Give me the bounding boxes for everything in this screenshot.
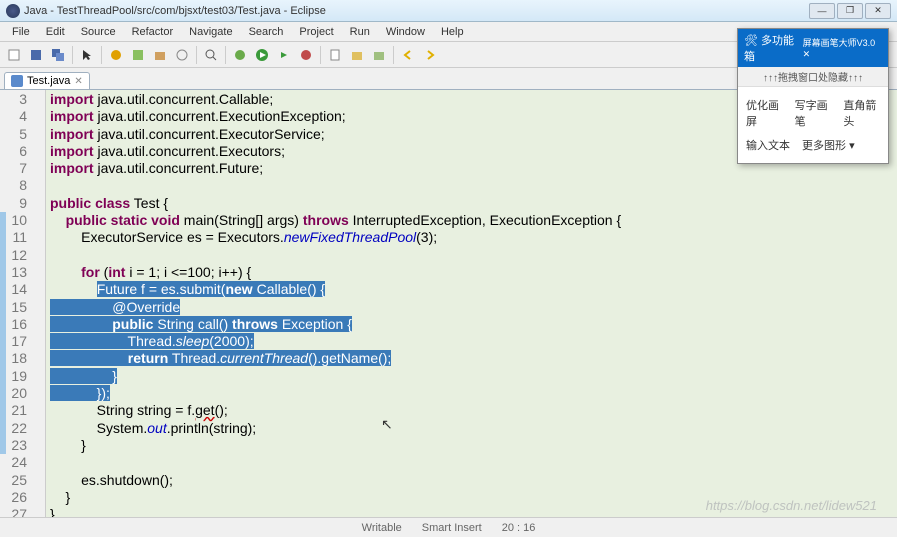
- menu-window[interactable]: Window: [378, 24, 433, 40]
- close-button[interactable]: ✕: [865, 3, 891, 19]
- line-number: 24: [0, 454, 27, 471]
- new-class-button[interactable]: [128, 45, 148, 65]
- code-line[interactable]: public static void main(String[] args) t…: [50, 212, 897, 229]
- window-controls: — ❐ ✕: [809, 3, 891, 19]
- run-last-button[interactable]: [274, 45, 294, 65]
- code-line[interactable]: ExecutorService es = Executors.newFixedT…: [50, 229, 897, 246]
- toolbar-sep: [320, 46, 321, 64]
- line-number: 3: [0, 91, 27, 108]
- code-line[interactable]: String string = f.get();: [50, 402, 897, 419]
- float-titlebar[interactable]: 🛠 多功能箱 屏幕画笔大师V3.0 ✕: [738, 29, 888, 67]
- debug-button[interactable]: [230, 45, 250, 65]
- cursor-button[interactable]: [77, 45, 97, 65]
- debug-skip-button[interactable]: [106, 45, 126, 65]
- toolbar-sep: [72, 46, 73, 64]
- minimize-button[interactable]: —: [809, 3, 835, 19]
- toolbar-sep: [101, 46, 102, 64]
- menu-navigate[interactable]: Navigate: [181, 24, 240, 40]
- menu-edit[interactable]: Edit: [38, 24, 73, 40]
- menu-search[interactable]: Search: [241, 24, 292, 40]
- code-line[interactable]: @Override: [50, 299, 897, 316]
- code-line[interactable]: es.shutdown();: [50, 472, 897, 489]
- line-number: 6: [0, 143, 27, 160]
- line-number: 8: [0, 177, 27, 194]
- float-item-optimize[interactable]: 优化画屏: [746, 97, 783, 129]
- new-src-button[interactable]: [369, 45, 389, 65]
- change-marker: [0, 212, 6, 454]
- code-line[interactable]: });: [50, 385, 897, 402]
- line-number: 5: [0, 126, 27, 143]
- toolbar-sep: [393, 46, 394, 64]
- status-pos: 20 : 16: [502, 522, 536, 534]
- menu-refactor[interactable]: Refactor: [124, 24, 182, 40]
- menu-help[interactable]: Help: [433, 24, 472, 40]
- float-body: 优化画屏 写字画笔 直角箭头 输入文本 更多图形 ▾: [738, 87, 888, 163]
- java-file-icon: [11, 75, 23, 87]
- tab-close-icon[interactable]: ✕: [74, 76, 82, 87]
- code-line[interactable]: }: [50, 437, 897, 454]
- float-item-pen[interactable]: 写字画笔: [795, 97, 832, 129]
- new-java-button[interactable]: [325, 45, 345, 65]
- code-line[interactable]: [50, 177, 897, 194]
- code-line[interactable]: public class Test {: [50, 195, 897, 212]
- menu-source[interactable]: Source: [73, 24, 124, 40]
- forward-button[interactable]: [420, 45, 440, 65]
- maximize-button[interactable]: ❐: [837, 3, 863, 19]
- new-button[interactable]: [4, 45, 24, 65]
- float-item-more[interactable]: 更多图形 ▾: [802, 137, 855, 153]
- code-line[interactable]: [50, 454, 897, 471]
- ext-tools-button[interactable]: [296, 45, 316, 65]
- float-close-icon[interactable]: ✕: [803, 49, 811, 59]
- gutter: 3456789101112131415161718192021222324252…: [0, 90, 46, 537]
- save-button[interactable]: [26, 45, 46, 65]
- open-type-button[interactable]: [172, 45, 192, 65]
- code-line[interactable]: public String call() throws Exception {: [50, 316, 897, 333]
- toolbar-sep: [196, 46, 197, 64]
- menu-project[interactable]: Project: [291, 24, 341, 40]
- float-app: 屏幕画笔大师V3.0: [803, 38, 876, 48]
- status-insert: Smart Insert: [422, 522, 482, 534]
- float-item-text[interactable]: 输入文本: [746, 137, 790, 153]
- toolbox-icon: 🛠: [744, 35, 758, 47]
- code-line[interactable]: return Thread.currentThread().getName();: [50, 350, 897, 367]
- line-number: 7: [0, 160, 27, 177]
- float-hint: ↑↑↑拖拽窗口处隐藏↑↑↑: [738, 67, 888, 87]
- new-folder-button[interactable]: [347, 45, 367, 65]
- titlebar: Java - TestThreadPool/src/com/bjsxt/test…: [0, 0, 897, 22]
- code-line[interactable]: for (int i = 1; i <=100; i++) {: [50, 264, 897, 281]
- menu-file[interactable]: File: [4, 24, 38, 40]
- toolbar-sep: [225, 46, 226, 64]
- new-package-button[interactable]: [150, 45, 170, 65]
- tab-label: Test.java: [27, 75, 70, 87]
- line-number: 4: [0, 108, 27, 125]
- search-button[interactable]: [201, 45, 221, 65]
- tab-testjava[interactable]: Test.java ✕: [4, 72, 90, 89]
- status-writable: Writable: [362, 522, 402, 534]
- code-line[interactable]: [50, 247, 897, 264]
- line-number: 25: [0, 472, 27, 489]
- float-item-arrow[interactable]: 直角箭头: [843, 97, 880, 129]
- line-number: 26: [0, 489, 27, 506]
- back-button[interactable]: [398, 45, 418, 65]
- float-toolbox[interactable]: 🛠 多功能箱 屏幕画笔大师V3.0 ✕ ↑↑↑拖拽窗口处隐藏↑↑↑ 优化画屏 写…: [737, 28, 889, 164]
- statusbar: Writable Smart Insert 20 : 16: [0, 517, 897, 537]
- code-line[interactable]: }: [50, 368, 897, 385]
- window-title: Java - TestThreadPool/src/com/bjsxt/test…: [24, 5, 809, 17]
- watermark: https://blog.csdn.net/lidew521: [706, 498, 877, 513]
- saveall-button[interactable]: [48, 45, 68, 65]
- line-number: 9: [0, 195, 27, 212]
- eclipse-icon: [6, 4, 20, 18]
- run-button[interactable]: [252, 45, 272, 65]
- menu-run[interactable]: Run: [342, 24, 378, 40]
- code-line[interactable]: System.out.println(string);: [50, 420, 897, 437]
- dropdown-icon: ▾: [849, 140, 855, 152]
- code-line[interactable]: Thread.sleep(2000);: [50, 333, 897, 350]
- code-line[interactable]: Future f = es.submit(new Callable() {: [50, 281, 897, 298]
